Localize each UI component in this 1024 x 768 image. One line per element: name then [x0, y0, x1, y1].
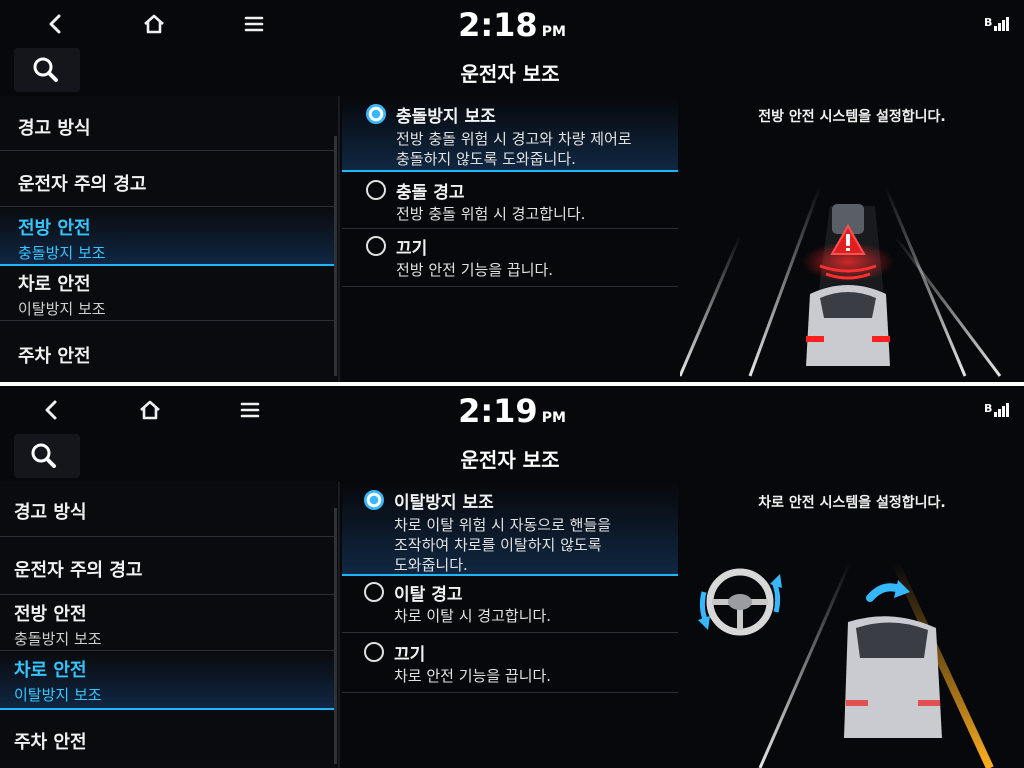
scrollbar[interactable]: [334, 508, 337, 764]
steering-wheel-icon: [698, 568, 782, 636]
signal-icon: B: [984, 400, 1010, 418]
option-collision-warning[interactable]: 충돌 경고 전방 충돌 위험 시 경고합니다.: [342, 172, 678, 229]
sidebar-item-label: 운전자 주의 경고: [18, 174, 147, 195]
sidebar-item-label: 경고 방식: [18, 118, 91, 139]
status-bar: 2:18 PM B: [0, 0, 1024, 48]
sidebar-item-sub: 이탈방지 보조: [18, 300, 106, 318]
radio-unselected[interactable]: [366, 236, 386, 256]
info-text: 전방 안전 시스템을 설정합니다.: [758, 109, 946, 125]
screen-lane-safety: 2:19 PM B 운전자 보조 경고 방식 운전자 주의 경고 전방 안전 충돌…: [0, 386, 1024, 768]
sidebar-item-sub: 이탈방지 보조: [14, 686, 102, 704]
sidebar-item-label: 경고 방식: [14, 502, 87, 523]
option-description: 차로 이탈 시 경고합니다.: [394, 606, 674, 626]
option-title: 끄기: [396, 239, 428, 259]
radio-unselected[interactable]: [366, 180, 386, 200]
option-description: 차로 이탈 위험 시 자동으로 핸들을 조작하여 차로를 이탈하지 않도록 도와…: [394, 515, 674, 575]
sidebar-item-label: 차로 안전: [14, 660, 87, 681]
sidebar-item-driver-attention[interactable]: 운전자 주의 경고: [0, 538, 336, 595]
screen-forward-safety: 2:18 PM B 운전자 보조 경고 방식 운전자 주의 경고 전방 안전 충돌…: [0, 0, 1024, 382]
option-description-line: 차로 이탈 위험 시 자동으로 핸들을: [394, 516, 612, 534]
svg-text:B: B: [984, 16, 992, 29]
clock-ampm: PM: [541, 24, 566, 40]
sidebar: 경고 방식 운전자 주의 경고 전방 안전 충돌방지 보조 차로 안전 이탈방지…: [0, 96, 338, 382]
option-off[interactable]: 끄기 전방 안전 기능을 끕니다.: [342, 230, 678, 287]
panel-divider: [338, 482, 340, 768]
radio-selected[interactable]: [364, 490, 384, 510]
radio-selected[interactable]: [366, 104, 386, 124]
option-description-line: 전방 충돌 위험 시 경고와 차량 제어로: [396, 130, 632, 148]
option-description: 전방 안전 기능을 끕니다.: [396, 260, 676, 280]
option-title: 끄기: [394, 645, 426, 665]
sidebar-item-warning-method[interactable]: 경고 방식: [0, 96, 336, 151]
sidebar-item-lane-safety[interactable]: 차로 안전 이탈방지 보조: [0, 652, 336, 710]
sidebar-item-label: 주차 안전: [14, 732, 87, 753]
lane-keeping-illustration: [698, 560, 994, 768]
search-icon: [33, 57, 58, 82]
clock-time: 2:18: [458, 6, 538, 44]
signal-icon: B: [984, 14, 1010, 32]
radio-unselected[interactable]: [364, 582, 384, 602]
option-title: 이탈방지 보조: [394, 493, 494, 513]
option-description-line: 전방 안전 기능을 끕니다.: [396, 261, 554, 279]
option-description-line: 차로 안전 기능을 끕니다.: [394, 667, 552, 685]
option-description: 전방 충돌 위험 시 경고와 차량 제어로 충돌하지 않도록 도와줍니다.: [396, 129, 676, 169]
sidebar-item-label: 차로 안전: [18, 274, 91, 295]
option-description-line: 도와줍니다.: [394, 556, 468, 574]
option-off[interactable]: 끄기 차로 안전 기능을 끕니다.: [342, 634, 678, 693]
option-lane-departure-warning[interactable]: 이탈 경고 차로 이탈 시 경고합니다.: [342, 576, 678, 633]
sidebar-item-label: 전방 안전: [14, 604, 87, 625]
option-description-line: 전방 충돌 위험 시 경고합니다.: [396, 205, 586, 223]
sidebar-item-sub: 충돌방지 보조: [14, 630, 102, 648]
forward-collision-illustration: [680, 185, 1002, 377]
clock: 2:18 PM: [0, 6, 1024, 44]
sidebar-item-parking-safety[interactable]: 주차 안전: [0, 710, 336, 766]
sidebar-item-sub: 충돌방지 보조: [18, 244, 106, 262]
option-description: 차로 안전 기능을 끕니다.: [394, 666, 674, 686]
sidebar-item-label: 주차 안전: [18, 346, 91, 367]
sidebar-item-parking-safety[interactable]: 주차 안전: [0, 322, 336, 380]
option-title: 이탈 경고: [394, 585, 463, 605]
option-lane-keeping-assist[interactable]: 이탈방지 보조 차로 이탈 위험 시 자동으로 핸들을 조작하여 차로를 이탈하…: [342, 482, 678, 576]
option-title: 충돌 경고: [396, 183, 465, 203]
option-description-line: 차로 이탈 시 경고합니다.: [394, 607, 552, 625]
sidebar-item-warning-method[interactable]: 경고 방식: [0, 482, 336, 537]
sidebar-item-driver-attention[interactable]: 운전자 주의 경고: [0, 152, 336, 207]
sidebar: 경고 방식 운전자 주의 경고 전방 안전 충돌방지 보조 차로 안전 이탈방지…: [0, 482, 338, 768]
info-panel: 차로 안전 시스템을 설정합니다.: [680, 482, 1024, 768]
clock-ampm: PM: [541, 410, 566, 426]
sidebar-item-forward-safety[interactable]: 전방 안전 충돌방지 보조: [0, 208, 336, 266]
search-button[interactable]: [14, 48, 80, 92]
sidebar-item-forward-safety[interactable]: 전방 안전 충돌방지 보조: [0, 596, 336, 651]
info-text: 차로 안전 시스템을 설정합니다.: [758, 495, 946, 511]
info-panel: 전방 안전 시스템을 설정합니다.: [680, 96, 1024, 382]
page-title: 운전자 보조: [460, 448, 560, 472]
search-icon: [31, 443, 56, 468]
sidebar-item-label: 운전자 주의 경고: [14, 560, 143, 581]
option-collision-avoidance-assist[interactable]: 충돌방지 보조 전방 충돌 위험 시 경고와 차량 제어로 충돌하지 않도록 도…: [342, 96, 678, 172]
svg-text:B: B: [984, 402, 992, 415]
clock: 2:19 PM: [0, 392, 1024, 430]
options-list: 이탈방지 보조 차로 이탈 위험 시 자동으로 핸들을 조작하여 차로를 이탈하…: [342, 482, 678, 768]
option-title: 충돌방지 보조: [396, 107, 496, 127]
search-button[interactable]: [14, 434, 80, 478]
page-title: 운전자 보조: [460, 62, 560, 86]
sidebar-item-label: 전방 안전: [18, 218, 91, 239]
option-description-line: 조작하여 차로를 이탈하지 않도록: [394, 536, 602, 554]
sidebar-item-lane-safety[interactable]: 차로 안전 이탈방지 보조: [0, 266, 336, 321]
status-bar: 2:19 PM B: [0, 386, 1024, 434]
panel-divider: [338, 96, 340, 382]
scrollbar[interactable]: [334, 136, 337, 376]
option-description-line: 충돌하지 않도록 도와줍니다.: [396, 150, 576, 168]
clock-time: 2:19: [458, 392, 538, 430]
options-list: 충돌방지 보조 전방 충돌 위험 시 경고와 차량 제어로 충돌하지 않도록 도…: [342, 96, 678, 382]
radio-unselected[interactable]: [364, 642, 384, 662]
option-description: 전방 충돌 위험 시 경고합니다.: [396, 204, 676, 224]
